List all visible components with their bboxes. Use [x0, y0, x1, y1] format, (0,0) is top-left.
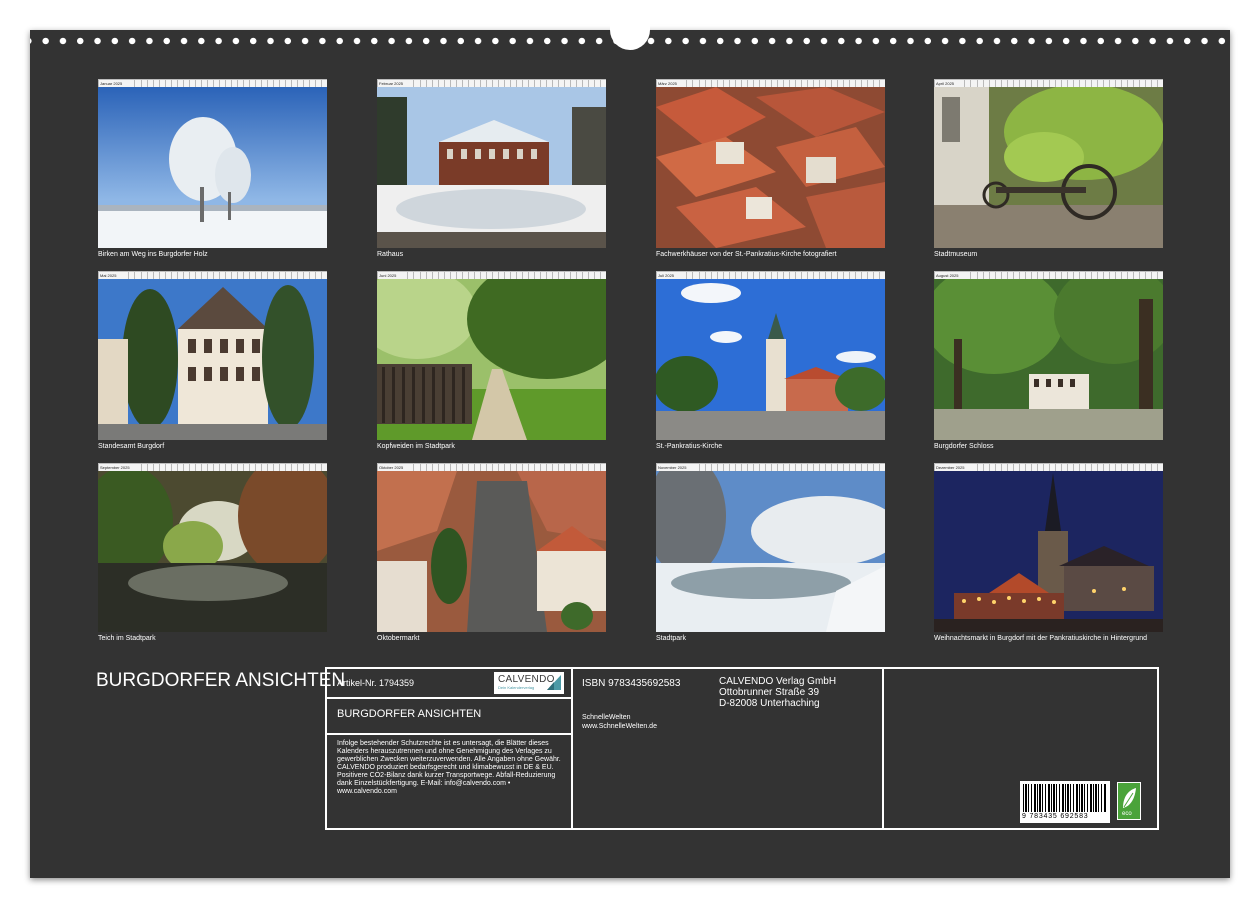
calvendo-mark-icon — [547, 675, 561, 690]
barcode-number: 9 783435 692583 — [1022, 813, 1089, 820]
photo-caption: Teich im Stadtpark — [98, 635, 156, 642]
photo-january — [98, 87, 327, 248]
photo-february — [377, 87, 606, 248]
photo-caption: Burgdorfer Schloss — [934, 443, 994, 450]
publisher-city: D-82008 Unterhaching — [719, 698, 820, 709]
photo-august — [934, 279, 1163, 440]
photo-march — [656, 87, 885, 248]
photo-caption: Rathaus — [377, 251, 404, 258]
calendar-grid-strip: September 2025 — [98, 463, 327, 471]
photo-caption: Oktobermarkt — [377, 635, 420, 642]
photo-caption: Fachwerkhäuser von der St.-Pankratius-Ki… — [656, 251, 837, 258]
divider — [327, 733, 571, 735]
photo-may — [98, 279, 327, 440]
month-name: Dezember 2025 — [936, 464, 973, 471]
month-name: August 2025 — [936, 272, 967, 279]
logo-slogan: Dein Kalenderverlag — [498, 685, 535, 690]
eco-logo: eco — [1117, 782, 1141, 820]
calendar-grid-strip: Februar 2025 — [377, 79, 606, 87]
month-name: März 2025 — [658, 80, 685, 87]
photo-september — [98, 471, 327, 632]
calendar-grid-strip: Oktober 2025 — [377, 463, 606, 471]
publisher-street: Ottobrunner Straße 39 — [719, 687, 820, 698]
calendar-grid-strip: Dezember 2025 — [934, 463, 1163, 471]
eco-label: eco — [1122, 811, 1132, 817]
publisher-name: CALVENDO Verlag GmbH — [719, 676, 837, 687]
month-name: September 2025 — [100, 464, 138, 471]
month-name: Juli 2025 — [658, 272, 683, 279]
author-name: SchnelleWelten — [582, 714, 631, 721]
calendar-grid-strip: Juni 2025 — [377, 271, 606, 279]
calendar-grid-strip: Januar 2025 — [98, 79, 327, 87]
month-name: April 2025 — [936, 80, 963, 87]
photo-december — [934, 471, 1163, 632]
photo-july — [656, 279, 885, 440]
photo-november — [656, 471, 885, 632]
article-number: Artikel-Nr. 1794359 — [337, 678, 415, 688]
photo-caption: Stadtmuseum — [934, 251, 978, 258]
divider — [327, 697, 571, 699]
month-name: Juni 2025 — [379, 272, 405, 279]
month-name: Februar 2025 — [379, 80, 412, 87]
photo-caption: Birken am Weg ins Burgdorfer Holz — [98, 251, 208, 258]
publisher-info-box: Artikel-Nr. 1794359 CALVENDO Dein Kalend… — [325, 667, 1159, 830]
isbn-barcode: 9 783435 692583 — [1020, 781, 1110, 823]
calendar-grid-strip: April 2025 — [934, 79, 1163, 87]
barcode-bars — [1023, 784, 1107, 812]
photo-caption: Weihnachtsmarkt in Burgdorf mit der Pank… — [934, 635, 1148, 642]
calendar-grid-strip: August 2025 — [934, 271, 1163, 279]
photo-caption: Stadtpark — [656, 635, 686, 642]
calendar-back-cover: Januar 2025 Birken am Weg ins Burgdorfer… — [30, 16, 1230, 878]
month-name: Mai 2025 — [100, 272, 125, 279]
photo-june — [377, 279, 606, 440]
photo-caption: Kopfweiden im Stadtpark — [377, 443, 455, 450]
photo-october — [377, 471, 606, 632]
legal-text: Infolge bestehender Schutzrechte ist es … — [337, 740, 561, 795]
product-title: BURGDORFER ANSICHTEN — [337, 708, 482, 720]
photo-caption: St.-Pankratius-Kirche — [656, 443, 723, 450]
calendar-grid-strip: März 2025 — [656, 79, 885, 87]
month-name: Oktober 2025 — [379, 464, 412, 471]
calendar-grid-strip: Mai 2025 — [98, 271, 327, 279]
calendar-grid-strip: Juli 2025 — [656, 271, 885, 279]
calendar-grid-strip: November 2025 — [656, 463, 885, 471]
calvendo-logo: CALVENDO Dein Kalenderverlag — [494, 672, 564, 694]
divider — [882, 669, 884, 828]
divider — [571, 669, 573, 828]
isbn: ISBN 9783435692583 — [582, 678, 681, 689]
month-name: Januar 2025 — [100, 80, 131, 87]
photo-caption: Standesamt Burgdorf — [98, 443, 165, 450]
month-name: November 2025 — [658, 464, 695, 471]
author-website: www.SchnelleWelten.de — [582, 723, 657, 730]
calendar-title: BURGDORFER ANSICHTEN — [96, 670, 346, 691]
photo-april — [934, 87, 1163, 248]
